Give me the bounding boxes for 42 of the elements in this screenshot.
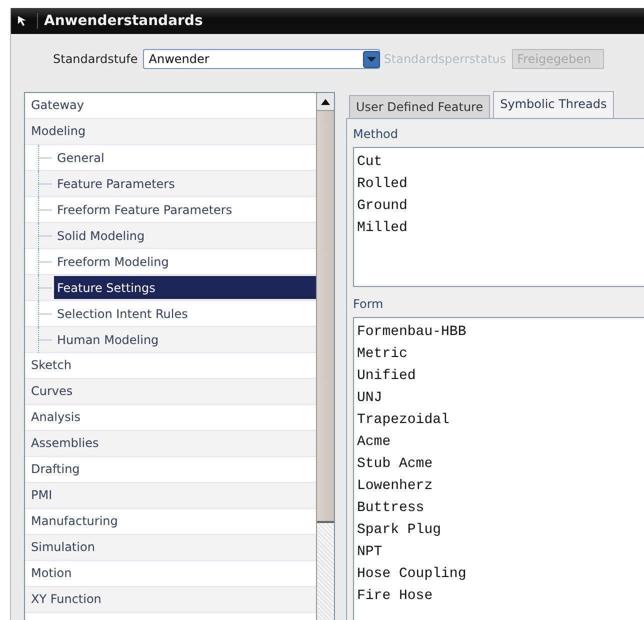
list-item[interactable]: NPT <box>357 541 644 563</box>
tab[interactable]: User Defined Feature <box>349 95 490 118</box>
list-item[interactable]: Lowenherz <box>357 475 644 497</box>
list-item[interactable]: Metric <box>357 343 644 365</box>
list-item[interactable]: Buttress <box>357 497 644 519</box>
method-list[interactable]: Cut Rolled Ground Milled <box>353 147 644 287</box>
tree-item[interactable]: Modeling <box>25 119 316 145</box>
list-item[interactable]: Rolled <box>357 173 644 195</box>
scrollbar-thumb[interactable] <box>317 111 334 523</box>
tree-item[interactable]: XY Function <box>25 587 316 613</box>
up-arrow-icon <box>321 98 330 104</box>
tree-item[interactable]: Simulation <box>25 535 316 561</box>
method-label: Method <box>353 127 400 143</box>
scrollbar-track[interactable] <box>316 93 334 620</box>
list-item[interactable]: Spark Plug <box>357 519 644 541</box>
tab[interactable]: Symbolic Threads <box>493 91 614 118</box>
list-item[interactable]: Acme <box>357 431 644 453</box>
level-label: Standardstufe <box>53 52 138 66</box>
tree-item[interactable]: Feature Settings <box>54 276 316 299</box>
tree-item[interactable]: PMI <box>25 483 316 509</box>
list-item[interactable]: Hose Coupling <box>357 563 644 585</box>
list-item[interactable]: Milled <box>357 217 644 239</box>
scroll-up-button[interactable] <box>317 93 334 111</box>
tree-item[interactable]: Curves <box>25 379 316 405</box>
form-list[interactable]: Formenbau-HBB Metric Unified UNJ Trapezoidal Acme Stub Acme Lowenherz Buttress Spark Plug NPT Hose Coupling Fire Hose <box>353 317 644 620</box>
level-dropdown[interactable]: Anwender <box>142 49 380 69</box>
list-item[interactable]: UNJ <box>357 387 644 409</box>
tree-item[interactable]: Freeform Feature Parameters <box>54 198 316 221</box>
tree-item[interactable]: Assemblies <box>25 431 316 457</box>
tree-item[interactable]: Selection Intent Rules <box>54 302 316 325</box>
form-label: Form <box>353 297 384 313</box>
list-item[interactable]: Cut <box>357 151 644 173</box>
list-item[interactable]: Formenbau-HBB <box>357 321 644 343</box>
list-item[interactable]: Ground <box>357 195 644 217</box>
list-item[interactable]: Trapezoidal <box>357 409 644 431</box>
tree-item[interactable]: Freeform Modeling <box>54 250 316 273</box>
list-item[interactable]: Unified <box>357 365 644 387</box>
tree-item[interactable]: General <box>54 146 316 169</box>
list-item[interactable]: Fire Hose <box>357 585 644 607</box>
window-title: Anwenderstandards <box>37 13 203 29</box>
list-item[interactable]: Stub Acme <box>357 453 644 475</box>
lock-status-label: Standardsperrstatus <box>384 52 506 66</box>
